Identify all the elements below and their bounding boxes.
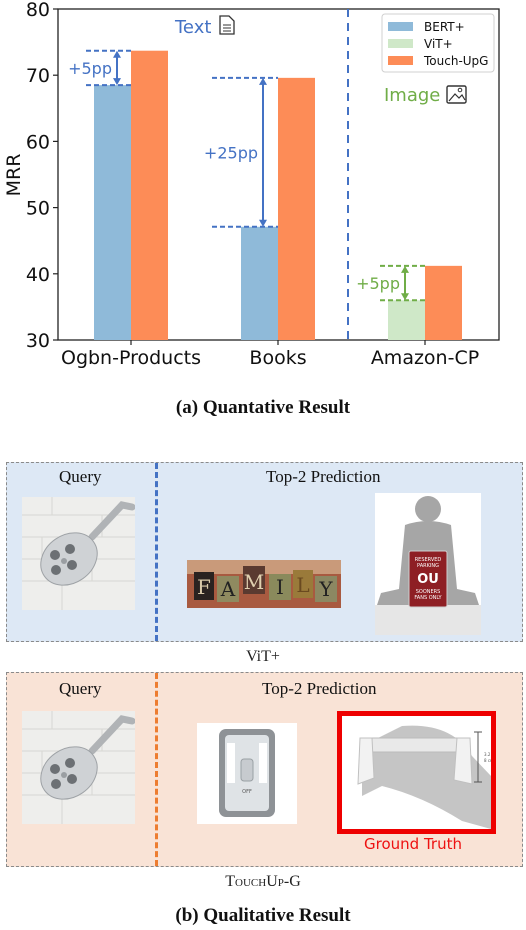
query-image-shower-head (22, 497, 135, 610)
bar-touch-upg-amazon-cp (425, 265, 462, 340)
svg-text:M: M (244, 570, 264, 594)
chart-legend: BERT+ ViT+ Touch-UpG (381, 13, 495, 73)
panel-divider (155, 673, 158, 866)
shower-head-image (22, 497, 135, 610)
annotation-label: +5pp (68, 59, 112, 78)
family-blocks-image: F A M I L Y (187, 560, 341, 608)
annotation-label: +25pp (204, 143, 258, 162)
bar-vit--amazon-cp (388, 300, 425, 340)
svg-text:8 cm: 8 cm (484, 758, 491, 763)
svg-text:FANS ONLY: FANS ONLY (414, 595, 442, 601)
y-axis-label: MRR (3, 154, 25, 197)
query-image-shower-head (22, 711, 135, 824)
svg-text:I: I (276, 575, 284, 599)
model-prefix: Touch (225, 873, 267, 890)
document-icon (219, 15, 235, 35)
y-tick-labels: 30 40 50 60 70 80 (26, 0, 58, 352)
panel-vit: Query Top-2 Prediction F A M I L Y RESER… (6, 462, 523, 642)
legend-label: Touch-UpG (423, 54, 488, 68)
modality-label-image: Image (384, 85, 440, 106)
model-suffix: -G (283, 873, 301, 890)
prediction-image-toilet-paper-holder: 3.2 in 8 cm (337, 711, 496, 834)
x-tick-labels: Ogbn-Products Books Amazon-CP (61, 340, 479, 369)
model-label-vit: ViT+ (246, 648, 280, 665)
svg-text:OU: OU (417, 572, 439, 587)
annotation-arrow-head-up (113, 50, 121, 58)
legend-swatch (388, 39, 413, 48)
mrr-bar-chart: +5pp +25pp +5pp MRR Ogbn-Products Books Amaz… (3, 0, 500, 369)
query-title: Query (59, 467, 102, 486)
x-tick-label: Books (249, 347, 306, 369)
y-tick-label: 60 (26, 131, 50, 153)
y-tick-label: 30 (26, 330, 50, 352)
bar-touch-upg-ogbn-products (131, 50, 168, 341)
bar-bert--ogbn-products (94, 85, 131, 340)
legend-swatch (388, 56, 413, 65)
svg-text:Y: Y (318, 577, 333, 601)
y-tick-label: 50 (26, 198, 50, 220)
svg-text:L: L (296, 573, 309, 597)
annotation-arrow-head-up (401, 265, 409, 273)
svg-text:PARKING: PARKING (417, 563, 439, 569)
toilet-paper-holder-image: 3.2 in 8 cm (357, 725, 491, 829)
x-tick-label: Amazon-CP (371, 347, 479, 369)
light-switch-image: OFF (219, 729, 275, 817)
modality-label-text: Text (174, 17, 211, 38)
legend-swatch (388, 22, 413, 31)
bar-touch-upg-books (278, 77, 315, 341)
annotation-arrow-head-down (259, 219, 267, 227)
prediction-title: Top-2 Prediction (262, 679, 377, 698)
caption-qualitative: (b) Qualitative Result (175, 905, 351, 926)
panel-divider (155, 463, 158, 641)
svg-text:A: A (220, 577, 236, 601)
prediction-title: Top-2 Prediction (266, 467, 381, 486)
y-tick-label: 70 (26, 65, 50, 87)
legend-label: ViT+ (424, 37, 453, 51)
y-tick-label: 80 (26, 0, 50, 21)
caption-quantitative: (a) Quantative Result (175, 397, 351, 418)
shower-head-image (22, 711, 135, 824)
panel-touchup-g: Query Top-2 Prediction OFF 3.2 8 c Groun… (6, 672, 523, 867)
image-icon (446, 85, 467, 104)
model-label-touchup-g: TouchUp-G (0, 873, 526, 891)
svg-text:F: F (197, 575, 211, 599)
image-icon-mountain (448, 93, 466, 102)
prediction-image-light-switch: OFF (197, 723, 297, 824)
model-mid: Up (266, 873, 284, 890)
x-tick-label: Ogbn-Products (61, 347, 201, 369)
ground-truth-label: Ground Truth (364, 835, 462, 853)
parking-sign-image: RESERVED PARKING OU SOONERS FANS ONLY (375, 496, 481, 635)
y-tick-label: 40 (26, 264, 50, 286)
annotation-label: +5pp (356, 274, 400, 293)
image-icon-sun (457, 87, 463, 93)
prediction-image-family-blocks: F A M I L Y (187, 560, 341, 608)
legend-label: BERT+ (424, 20, 465, 34)
annotation-arrow-head-up (259, 77, 267, 85)
svg-text:3.2 in: 3.2 in (484, 752, 491, 757)
prediction-image-parking-sign: RESERVED PARKING OU SOONERS FANS ONLY (375, 493, 481, 635)
svg-text:OFF: OFF (242, 789, 252, 795)
bar-bert--books (241, 226, 278, 340)
annotation-arrow-head-down (113, 78, 121, 86)
query-title: Query (59, 679, 102, 698)
annotation-arrow-head-down (401, 293, 409, 301)
